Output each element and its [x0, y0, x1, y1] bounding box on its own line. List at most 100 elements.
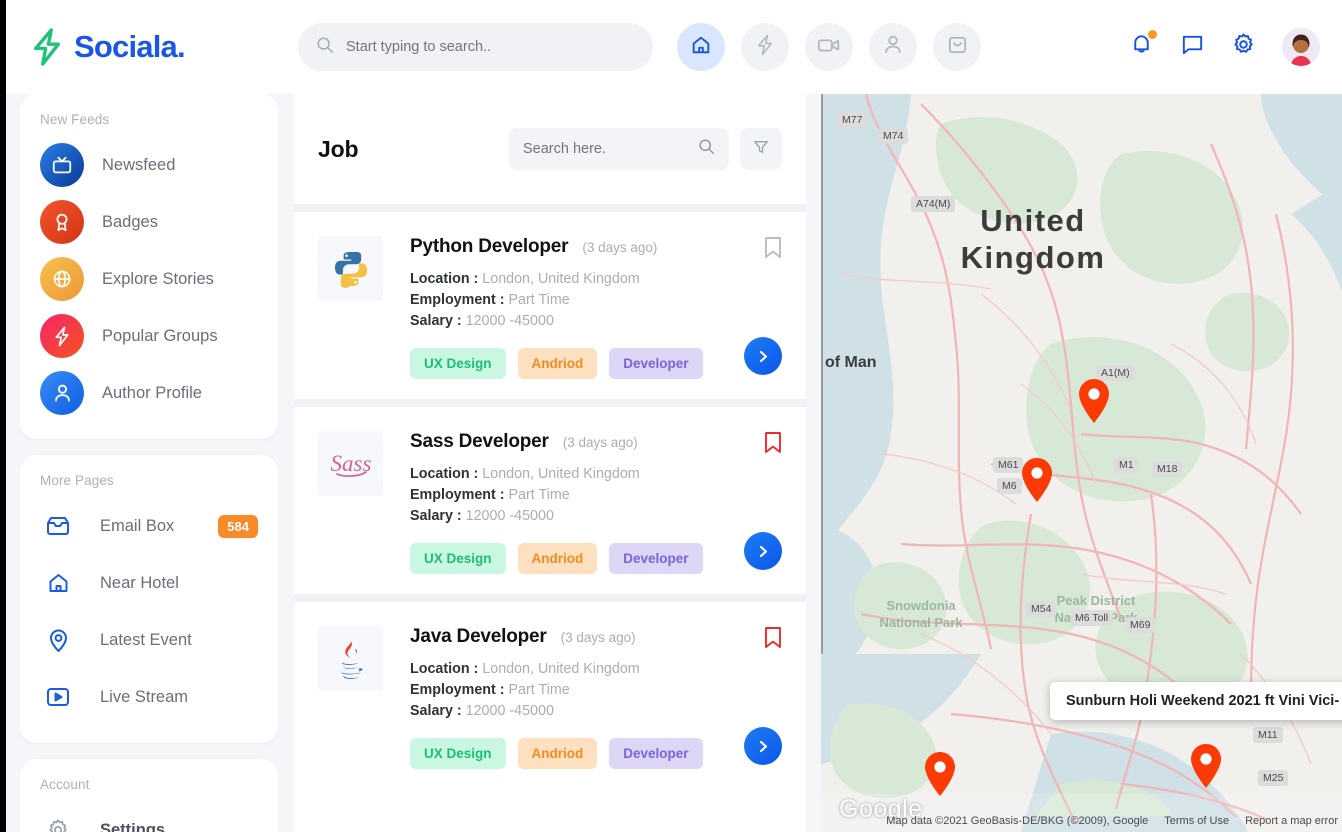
nav-activity-button[interactable]: [741, 23, 789, 71]
settings-button[interactable]: [1231, 32, 1256, 62]
brand-name: Sociala.: [74, 29, 186, 64]
award-badge-icon: [40, 200, 84, 244]
notifications-button[interactable]: [1129, 30, 1157, 62]
job-search[interactable]: [509, 128, 729, 170]
globe-icon: [40, 257, 84, 301]
sidebar-item-label: Settings: [100, 820, 166, 832]
inbox-icon: [40, 514, 76, 538]
brand-logo[interactable]: Sociala.: [30, 27, 280, 67]
divider: [294, 204, 806, 212]
job-detail-button[interactable]: [744, 337, 782, 375]
section-title: Account: [40, 777, 90, 792]
map-marker[interactable]: [922, 750, 958, 803]
sidebar-item-author-profile[interactable]: Author Profile: [40, 369, 258, 417]
employment-key: Employment :: [410, 487, 505, 503]
sidebar-item-popular-groups[interactable]: Popular Groups: [40, 312, 258, 360]
salary-key: Salary :: [410, 703, 462, 719]
map-panel-divider: [821, 94, 823, 654]
road-shield: M69: [1125, 617, 1156, 633]
map-marker-tooltip: Sunburn Holi Weekend 2021 ft Vini Vici- …: [1050, 682, 1342, 720]
lightning-bolt-icon: [30, 27, 64, 67]
job-card[interactable]: Python Developer (3 days ago) Location :…: [294, 212, 806, 399]
sidebar-item-live-stream[interactable]: Live Stream: [40, 673, 258, 721]
search-input[interactable]: [346, 39, 635, 55]
sidebar-item-latest-event[interactable]: Latest Event: [40, 616, 258, 664]
sidebar-item-label: Author Profile: [102, 383, 202, 402]
road-shield: M11: [1253, 727, 1283, 743]
job-tag[interactable]: Developer: [609, 543, 703, 574]
map-panel[interactable]: United Kingdom of Man Snowdonia National…: [821, 94, 1342, 832]
nav-home-button[interactable]: [677, 23, 725, 71]
road-shield: M25: [1258, 770, 1289, 786]
report-map-error-link[interactable]: Report a map error: [1245, 815, 1338, 827]
job-tags: UX Design Andriod Developer: [410, 738, 782, 769]
map-pin-icon: [40, 628, 76, 653]
location-key: Location :: [410, 271, 479, 287]
job-tag[interactable]: Developer: [609, 348, 703, 379]
road-shield: M1: [1114, 457, 1139, 473]
messages-button[interactable]: [1180, 32, 1205, 62]
job-meta: Location : London, United Kingdom Employ…: [410, 269, 782, 332]
bookmark-icon[interactable]: [764, 236, 782, 264]
location-key: Location :: [410, 466, 479, 482]
user-avatar[interactable]: [1282, 28, 1320, 66]
job-tag[interactable]: UX Design: [410, 543, 506, 574]
salary-value: 12000 -45000: [465, 313, 554, 329]
sidebar-section-new-feeds: New Feeds Newsfeed Badges Explore Storie…: [20, 94, 278, 439]
map-marker[interactable]: [1019, 456, 1055, 509]
job-tag[interactable]: Andriod: [517, 738, 598, 769]
sidebar-item-badges[interactable]: Badges: [40, 198, 258, 246]
job-title: Sass Developer: [410, 431, 549, 452]
gear-icon: [1231, 32, 1256, 62]
job-card[interactable]: Java Developer (3 days ago) Location : L…: [294, 602, 806, 789]
terms-of-use-link[interactable]: Terms of Use: [1164, 815, 1229, 827]
salary-value: 12000 -45000: [465, 703, 554, 719]
sidebar-item-explore-stories[interactable]: Explore Stories: [40, 255, 258, 303]
job-posted-age: (3 days ago): [562, 435, 638, 450]
job-detail-button[interactable]: [744, 727, 782, 765]
global-search[interactable]: [298, 23, 653, 71]
section-title: New Feeds: [40, 112, 110, 127]
section-title: More Pages: [40, 473, 114, 488]
nav-video-button[interactable]: [805, 23, 853, 71]
job-title: Python Developer: [410, 236, 569, 257]
map-base-graphic: [821, 94, 1342, 832]
filter-button[interactable]: [740, 128, 782, 170]
job-meta: Location : London, United Kingdom Employ…: [410, 464, 782, 527]
sidebar-item-label: Badges: [102, 212, 158, 231]
job-tag[interactable]: UX Design: [410, 738, 506, 769]
sidebar-section-account: Account Settings: [20, 759, 278, 832]
road-shield: M6: [997, 478, 1022, 494]
java-logo-icon: [318, 626, 383, 691]
nav-shop-button[interactable]: [933, 23, 981, 71]
job-tag[interactable]: Developer: [609, 738, 703, 769]
lightning-bolt-icon: [40, 314, 84, 358]
bookmark-icon[interactable]: [764, 431, 782, 459]
location-value: London, United Kingdom: [482, 661, 640, 677]
sidebar-item-newsfeed[interactable]: Newsfeed: [40, 141, 258, 189]
map-marker[interactable]: [1076, 377, 1112, 430]
bookmark-icon[interactable]: [764, 626, 782, 654]
video-camera-icon: [817, 35, 841, 60]
job-detail-button[interactable]: [744, 532, 782, 570]
job-tag[interactable]: Andriod: [517, 543, 598, 574]
salary-key: Salary :: [410, 508, 462, 524]
job-meta: Location : London, United Kingdom Employ…: [410, 659, 782, 722]
attribution-text: Map data ©2021 GeoBasis-DE/BKG (©2009), …: [886, 815, 1149, 827]
job-tag[interactable]: UX Design: [410, 348, 506, 379]
sidebar-item-label: Latest Event: [100, 630, 192, 649]
sidebar-item-email-box[interactable]: Email Box 584: [40, 502, 258, 550]
nav-profile-button[interactable]: [869, 23, 917, 71]
chat-bubble-icon: [1180, 32, 1205, 62]
map-marker[interactable]: [1188, 742, 1224, 795]
sidebar-item-settings[interactable]: Settings: [40, 806, 258, 832]
sidebar-item-label: Explore Stories: [102, 269, 214, 288]
job-search-input[interactable]: [523, 141, 698, 157]
location-value: London, United Kingdom: [482, 271, 640, 287]
home-icon: [690, 34, 712, 61]
job-tag[interactable]: Andriod: [517, 348, 598, 379]
job-feed-header: Job: [294, 94, 806, 204]
road-shield: M18: [1152, 461, 1183, 477]
sidebar-item-near-hotel[interactable]: Near Hotel: [40, 559, 258, 607]
job-card[interactable]: Sass Sass Developer (3 days ago) Locatio…: [294, 407, 806, 594]
